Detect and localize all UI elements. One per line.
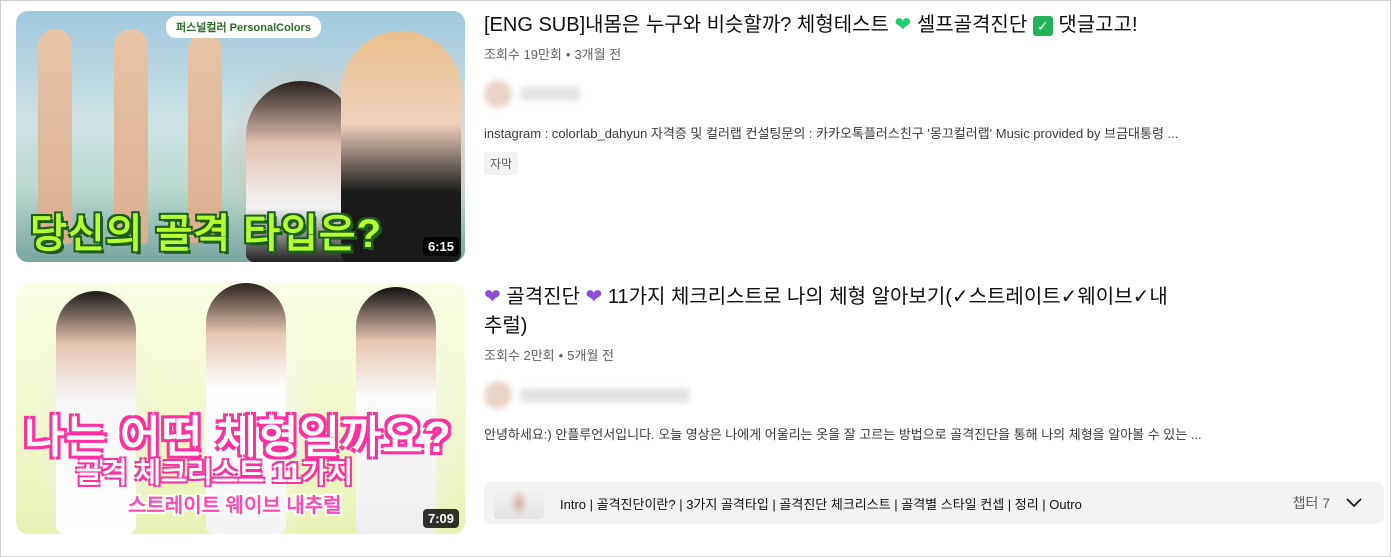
thumbnail-overlay-text: 골격 체크리스트 11가지 (76, 457, 353, 488)
subtitles-badge: 자막 (484, 152, 519, 175)
video-meta: 조회수 19만회 • 3개월 전 (484, 44, 1364, 63)
channel-avatar[interactable] (484, 381, 512, 409)
view-count: 조회수 19만회 (484, 47, 562, 62)
video-title[interactable]: [ENG SUB]내몸은 누구와 비슷할까? 체형테스트 ❤ 셀프골격진단 ✓ … (484, 11, 1364, 40)
meta-separator: • (558, 348, 564, 363)
chapters-bar[interactable]: Intro | 골격진단이란? | 3가지 골격타입 | 골격진단 체크리스트 … (484, 482, 1384, 524)
view-count: 조회수 2만회 (484, 348, 555, 363)
check-mark-button-icon: ✓ (1032, 15, 1053, 36)
chapter-list-text: Intro | 골격진단이란? | 3가지 골격타입 | 골격진단 체크리스트 … (560, 496, 1082, 512)
title-text: 추럴) (484, 315, 528, 337)
video-thumbnail[interactable]: 나는 어떤 체형일까요? 골격 체크리스트 11가지 스트레이트 웨이브 내추럴… (16, 283, 465, 534)
purple-heart-icon: ❤ (484, 286, 501, 308)
duration-badge: 7:09 (422, 509, 459, 528)
title-text: 셀프골격진단 (916, 14, 1028, 36)
green-heart-icon: ❤ (894, 14, 912, 36)
video-meta: 조회수 2만회 • 5개월 전 (484, 345, 1364, 364)
thumbnail-overlay-text: 당신의 골격 타입은? (30, 212, 383, 256)
channel-row[interactable] (484, 380, 1364, 410)
title-text: 11가지 체크리스트로 나의 체형 알아보기(✓스트레이트✓웨이브✓내 (607, 286, 1168, 308)
title-text: 골격진단 (506, 286, 580, 308)
upload-age: 5개월 전 (567, 348, 614, 363)
video-title[interactable]: ❤ 골격진단 ❤ 11가지 체크리스트로 나의 체형 알아보기(✓스트레이트✓웨… (484, 283, 1364, 341)
chevron-down-icon[interactable] (1344, 493, 1364, 513)
video-info: [ENG SUB]내몸은 누구와 비슷할까? 체형테스트 ❤ 셀프골격진단 ✓ … (484, 11, 1364, 175)
upload-age: 3개월 전 (574, 47, 622, 62)
chapter-count: 챕터 7 (1292, 495, 1330, 511)
thumbnail-tag: 퍼스널컬러 PersonalColors (166, 16, 321, 38)
channel-name-redacted[interactable] (520, 388, 690, 402)
thumbnail-overlay-text: 스트레이트 웨이브 내추럴 (128, 495, 342, 517)
meta-separator: • (565, 47, 571, 62)
video-info: ❤ 골격진단 ❤ 11가지 체크리스트로 나의 체형 알아보기(✓스트레이트✓웨… (484, 283, 1384, 524)
channel-avatar[interactable] (484, 80, 512, 108)
title-text: [ENG SUB]내몸은 누구와 비슷할까? 체형테스트 (484, 14, 889, 36)
title-text: 댓글고고! (1058, 14, 1138, 36)
chapter-thumbnail[interactable] (494, 487, 544, 519)
video-description: 안녕하세요:) 안플루언서입니다. 오늘 영상은 나에게 어울리는 옷을 잘 고… (484, 427, 1202, 442)
channel-row[interactable] (484, 79, 1364, 109)
video-thumbnail[interactable]: 퍼스널컬러 PersonalColors 당신의 골격 타입은? 6:15 (16, 11, 465, 262)
video-description: instagram : colorlab_dahyun 자격증 및 컬러랩 컨설… (484, 126, 1179, 141)
duration-badge: 6:15 (422, 237, 459, 256)
purple-heart-icon: ❤ (585, 286, 603, 308)
channel-name-redacted[interactable] (520, 87, 580, 101)
